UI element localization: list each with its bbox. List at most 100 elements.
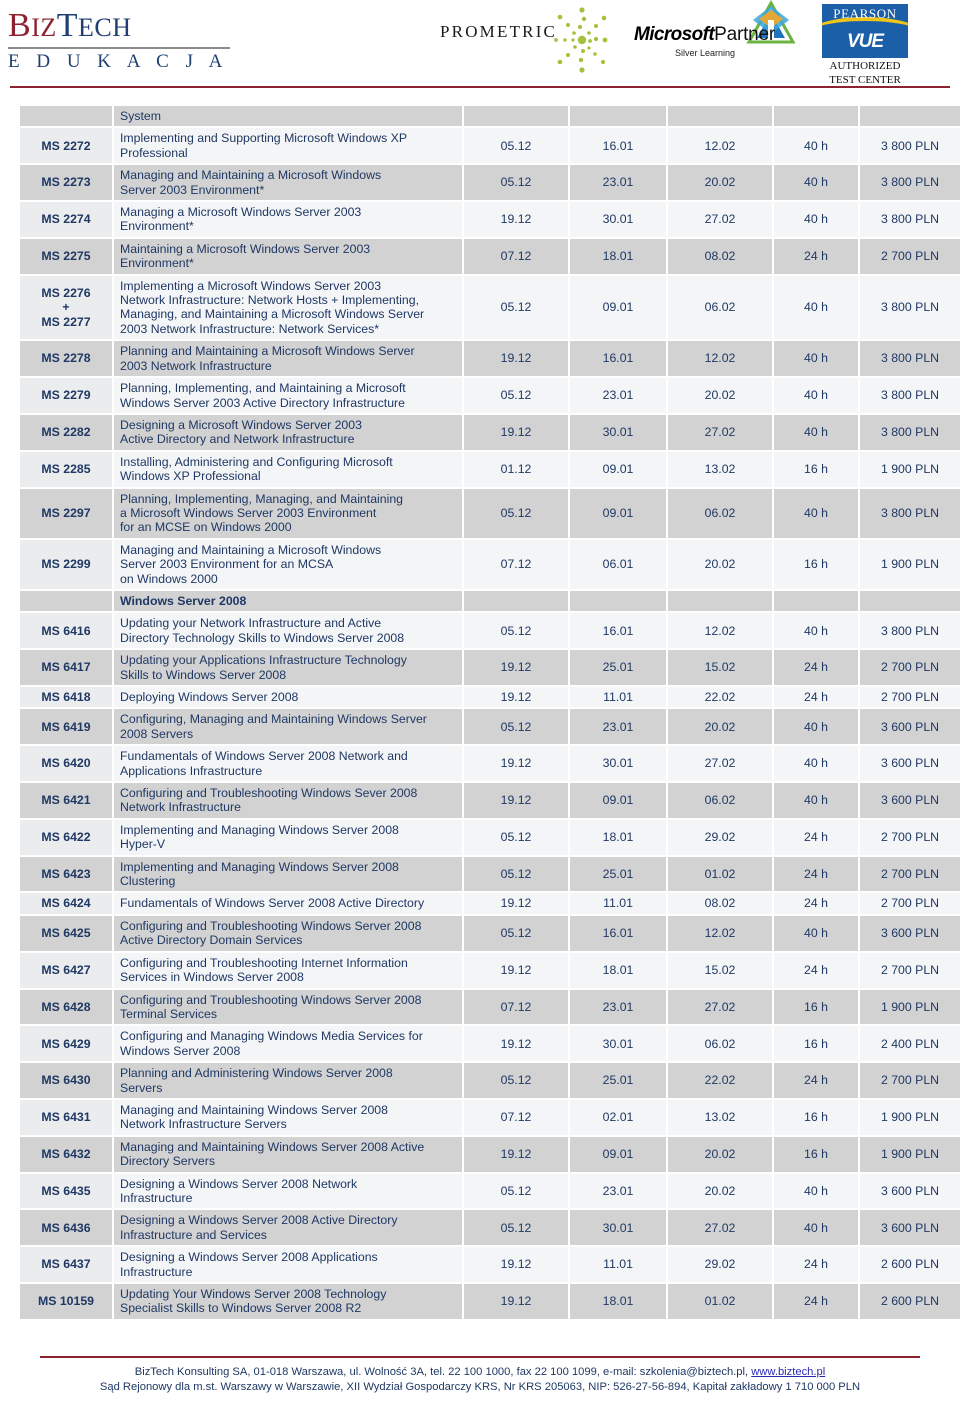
course-date-2: 25.01 — [570, 856, 666, 892]
course-date-1: 19.12 — [464, 687, 568, 708]
course-price: 3 600 PLN — [860, 1173, 960, 1209]
course-date-3: 12.02 — [668, 915, 772, 951]
section-spacer-cell — [668, 590, 772, 612]
course-date-1: 19.12 — [464, 746, 568, 782]
course-code: MS 6423 — [20, 856, 112, 892]
course-date-2: 09.01 — [570, 783, 666, 818]
section-spacer-cell — [464, 590, 568, 612]
course-date-3: 20.02 — [668, 1173, 772, 1209]
course-name: Designing a Windows Server 2008 Network I… — [114, 1173, 462, 1209]
section-spacer-cell — [570, 590, 666, 612]
course-date-1: 05.12 — [464, 488, 568, 538]
course-name: Configuring and Troubleshooting Windows … — [114, 915, 462, 951]
table-row: MS 2299 Managing and Maintaining a Micros… — [20, 539, 960, 589]
course-name: Planning and Administering Windows Serve… — [114, 1063, 462, 1098]
course-hours: 40 h — [774, 1210, 858, 1246]
course-date-2: 16.01 — [570, 128, 666, 164]
prometric-logo-label: PROMETRIC — [440, 22, 558, 41]
course-code: MS 6427 — [20, 952, 112, 988]
course-name: Configuring and Troubleshooting Windows … — [114, 989, 462, 1025]
course-price: 2 600 PLN — [860, 1247, 960, 1282]
course-hours: 40 h — [774, 1173, 858, 1209]
course-date-2: 09.01 — [570, 1136, 666, 1172]
course-code: MS 2272 — [20, 128, 112, 164]
course-price: 3 600 PLN — [860, 709, 960, 745]
biztech-logo: BIZTECH E D U K A C J A — [8, 8, 233, 73]
table-row: MS 6428 Configuring and Troubleshooting W… — [20, 989, 960, 1025]
course-code: MS 6437 — [20, 1247, 112, 1282]
course-hours: 40 h — [774, 378, 858, 413]
header-code-cell — [20, 106, 112, 127]
course-date-1: 05.12 — [464, 1210, 568, 1246]
course-price: 3 800 PLN — [860, 488, 960, 538]
table-row: MS 2272 Implementing and Supporting Micro… — [20, 128, 960, 164]
course-code: MS 2276 + MS 2277 — [20, 275, 112, 340]
table-row: MS 6436 Designing a Windows Server 2008 A… — [20, 1210, 960, 1246]
vue-brand-text: VUE — [846, 31, 884, 52]
course-name: Managing and Maintaining Windows Server … — [114, 1099, 462, 1135]
footer-registry-line: Sąd Rejonowy dla m.st. Warszawy w Warsza… — [99, 1381, 861, 1393]
table-row: MS 6416 Updating your Network Infrastruct… — [20, 613, 960, 649]
course-name: Fundamentals of Windows Server 2008 Acti… — [114, 893, 462, 914]
course-date-2: 30.01 — [570, 202, 666, 237]
course-date-3: 12.02 — [668, 128, 772, 164]
course-name: Designing a Windows Server 2008 Applicat… — [114, 1247, 462, 1282]
course-price: 3 800 PLN — [860, 613, 960, 649]
footer-website-link[interactable]: www.biztech.pl — [751, 1366, 825, 1378]
header-date3-cell — [668, 106, 772, 127]
biztech-wordmark: BIZTECH — [8, 7, 132, 44]
table-row: MS 2273 Managing and Maintaining a Micros… — [20, 165, 960, 201]
header-price-cell — [860, 106, 960, 127]
course-hours: 24 h — [774, 1063, 858, 1098]
course-price: 1 900 PLN — [860, 1099, 960, 1135]
course-price: 3 800 PLN — [860, 414, 960, 450]
course-date-1: 07.12 — [464, 238, 568, 274]
course-date-1: 07.12 — [464, 989, 568, 1025]
course-price: 2 700 PLN — [860, 856, 960, 892]
course-date-1: 07.12 — [464, 539, 568, 589]
course-code: MS 6416 — [20, 613, 112, 649]
course-price: 3 600 PLN — [860, 746, 960, 782]
course-hours: 40 h — [774, 488, 858, 538]
page-footer: BizTech Konsulting SA, 01-018 Warszawa, … — [40, 1356, 920, 1395]
header-divider — [10, 86, 950, 88]
course-hours: 24 h — [774, 1247, 858, 1282]
course-date-3: 27.02 — [668, 746, 772, 782]
course-name: Installing, Administering and Configurin… — [114, 451, 462, 487]
course-date-1: 05.12 — [464, 1063, 568, 1098]
course-hours: 40 h — [774, 746, 858, 782]
course-date-3: 27.02 — [668, 414, 772, 450]
table-row: MS 2285 Installing, Administering and Con… — [20, 451, 960, 487]
course-date-2: 09.01 — [570, 451, 666, 487]
course-price: 2 700 PLN — [860, 238, 960, 274]
table-row: MS 2274 Managing a Microsoft Windows Serv… — [20, 202, 960, 237]
course-date-1: 05.12 — [464, 128, 568, 164]
course-price: 2 700 PLN — [860, 893, 960, 914]
course-hours: 40 h — [774, 783, 858, 818]
course-date-1: 05.12 — [464, 819, 568, 855]
course-date-1: 05.12 — [464, 165, 568, 201]
microsoft-brand-text: Microsoft — [634, 24, 715, 45]
course-date-2: 02.01 — [570, 1099, 666, 1135]
course-hours: 40 h — [774, 165, 858, 201]
course-price: 3 800 PLN — [860, 275, 960, 340]
course-date-2: 30.01 — [570, 414, 666, 450]
table-row: MS 6421 Configuring and Troubleshooting W… — [20, 783, 960, 818]
table-row: MS 6427 Configuring and Troubleshooting I… — [20, 952, 960, 988]
course-date-1: 19.12 — [464, 341, 568, 377]
course-date-3: 20.02 — [668, 378, 772, 413]
table-row: MS 2278 Planning and Maintaining a Micros… — [20, 341, 960, 377]
course-code: MS 6431 — [20, 1099, 112, 1135]
partner-level-text: Silver Learning — [674, 48, 736, 58]
course-date-3: 08.02 — [668, 893, 772, 914]
course-date-2: 23.01 — [570, 1173, 666, 1209]
course-date-3: 22.02 — [668, 1063, 772, 1098]
biztech-logo-divider — [8, 47, 230, 49]
course-hours: 24 h — [774, 952, 858, 988]
course-hours: 24 h — [774, 819, 858, 855]
course-price: 1 900 PLN — [860, 451, 960, 487]
course-name: Planning, Implementing, Managing, and Ma… — [114, 488, 462, 538]
table-row: MS 6431 Managing and Maintaining Windows … — [20, 1099, 960, 1135]
course-date-1: 05.12 — [464, 378, 568, 413]
course-date-2: 06.01 — [570, 539, 666, 589]
